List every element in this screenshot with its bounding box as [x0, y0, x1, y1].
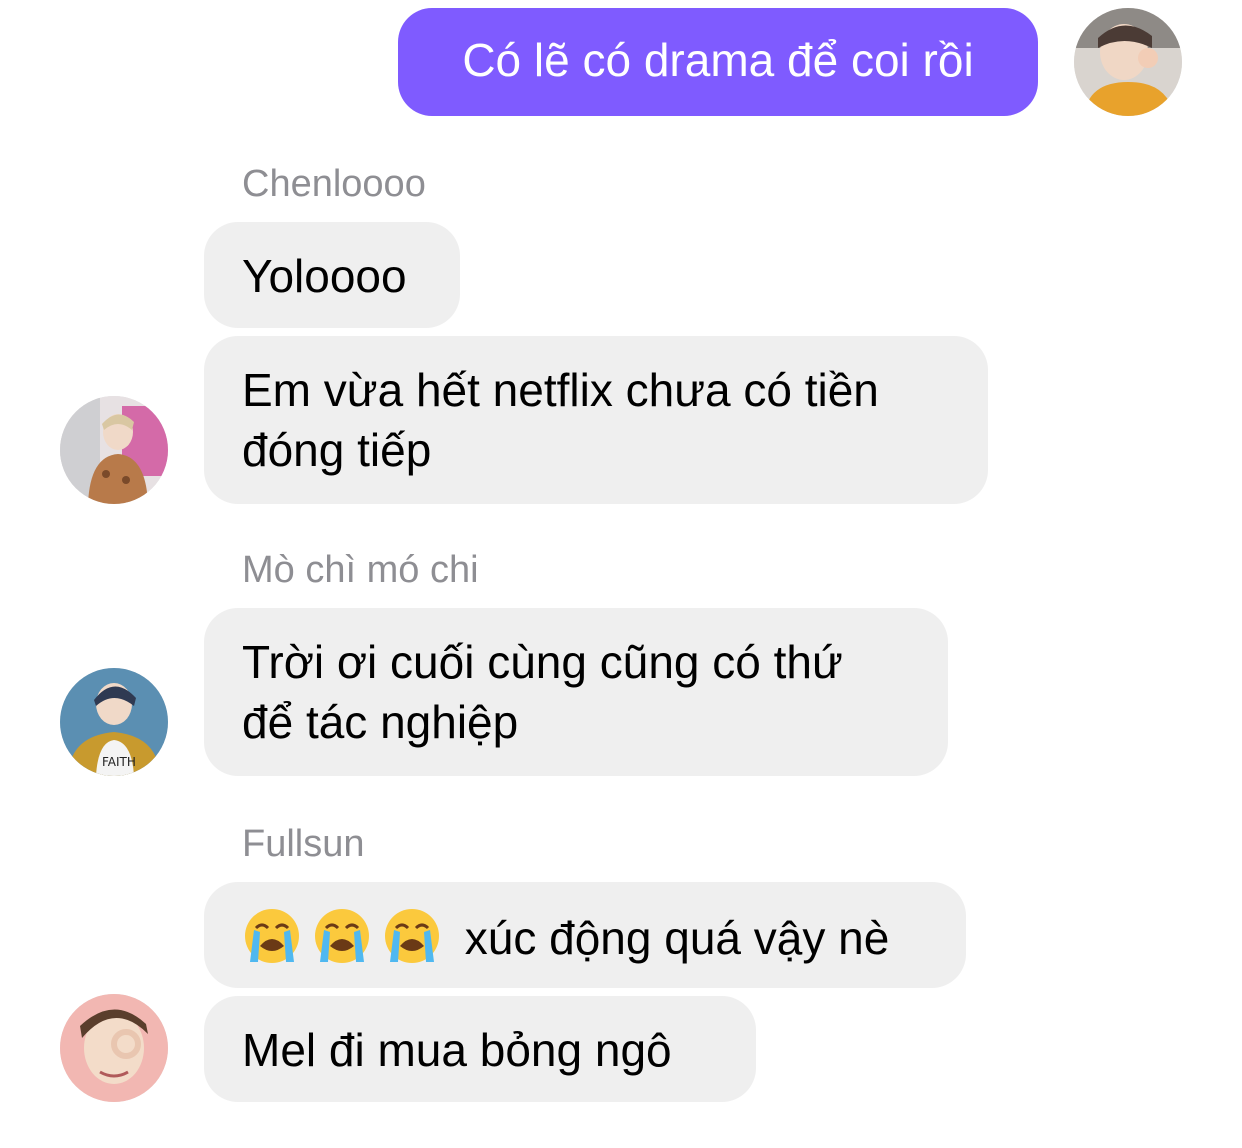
my-avatar[interactable] — [1074, 8, 1182, 116]
message-text-line: để tác nghiệp — [242, 696, 519, 748]
message-text: xúc động quá vậy nè — [464, 912, 890, 964]
outgoing-message-bubble[interactable]: Có lẽ có drama để coi rồi — [398, 8, 1038, 116]
loudly-crying-face-icon — [312, 906, 372, 966]
incoming-message-bubble[interactable]: Trời ơi cuối cùng cũng có thứ để tác ngh… — [204, 608, 948, 776]
chenloooo-avatar[interactable] — [60, 396, 168, 504]
loudly-crying-face-icon — [382, 906, 442, 966]
incoming-message-bubble[interactable]: Em vừa hết netflix chưa có tiền đóng tiế… — [204, 336, 988, 504]
incoming-message-bubble[interactable]: xúc động quá vậy nè — [204, 882, 966, 988]
message-text: Mel đi mua bỏng ngô — [242, 1024, 672, 1076]
sender-name: Fullsun — [242, 823, 365, 865]
message-text-line: Em vừa hết netflix chưa có tiền — [242, 364, 879, 416]
mo-chi-mo-chi-avatar[interactable]: FAITH — [60, 668, 168, 776]
incoming-message-bubble[interactable]: Yoloooo — [204, 222, 460, 328]
message-text: Yoloooo — [242, 250, 407, 302]
sender-name: Mò chì mó chi — [242, 549, 479, 591]
sender-name: Chenloooo — [242, 163, 426, 205]
svg-text:FAITH: FAITH — [102, 755, 136, 769]
incoming-message-bubble[interactable]: Mel đi mua bỏng ngô — [204, 996, 756, 1102]
message-text-line: đóng tiếp — [242, 424, 432, 476]
fullsun-avatar[interactable] — [60, 994, 168, 1102]
message-text-line: Trời ơi cuối cùng cũng có thứ — [242, 636, 843, 688]
loudly-crying-face-icon — [242, 906, 302, 966]
outgoing-message-text: Có lẽ có drama để coi rồi — [462, 34, 974, 86]
